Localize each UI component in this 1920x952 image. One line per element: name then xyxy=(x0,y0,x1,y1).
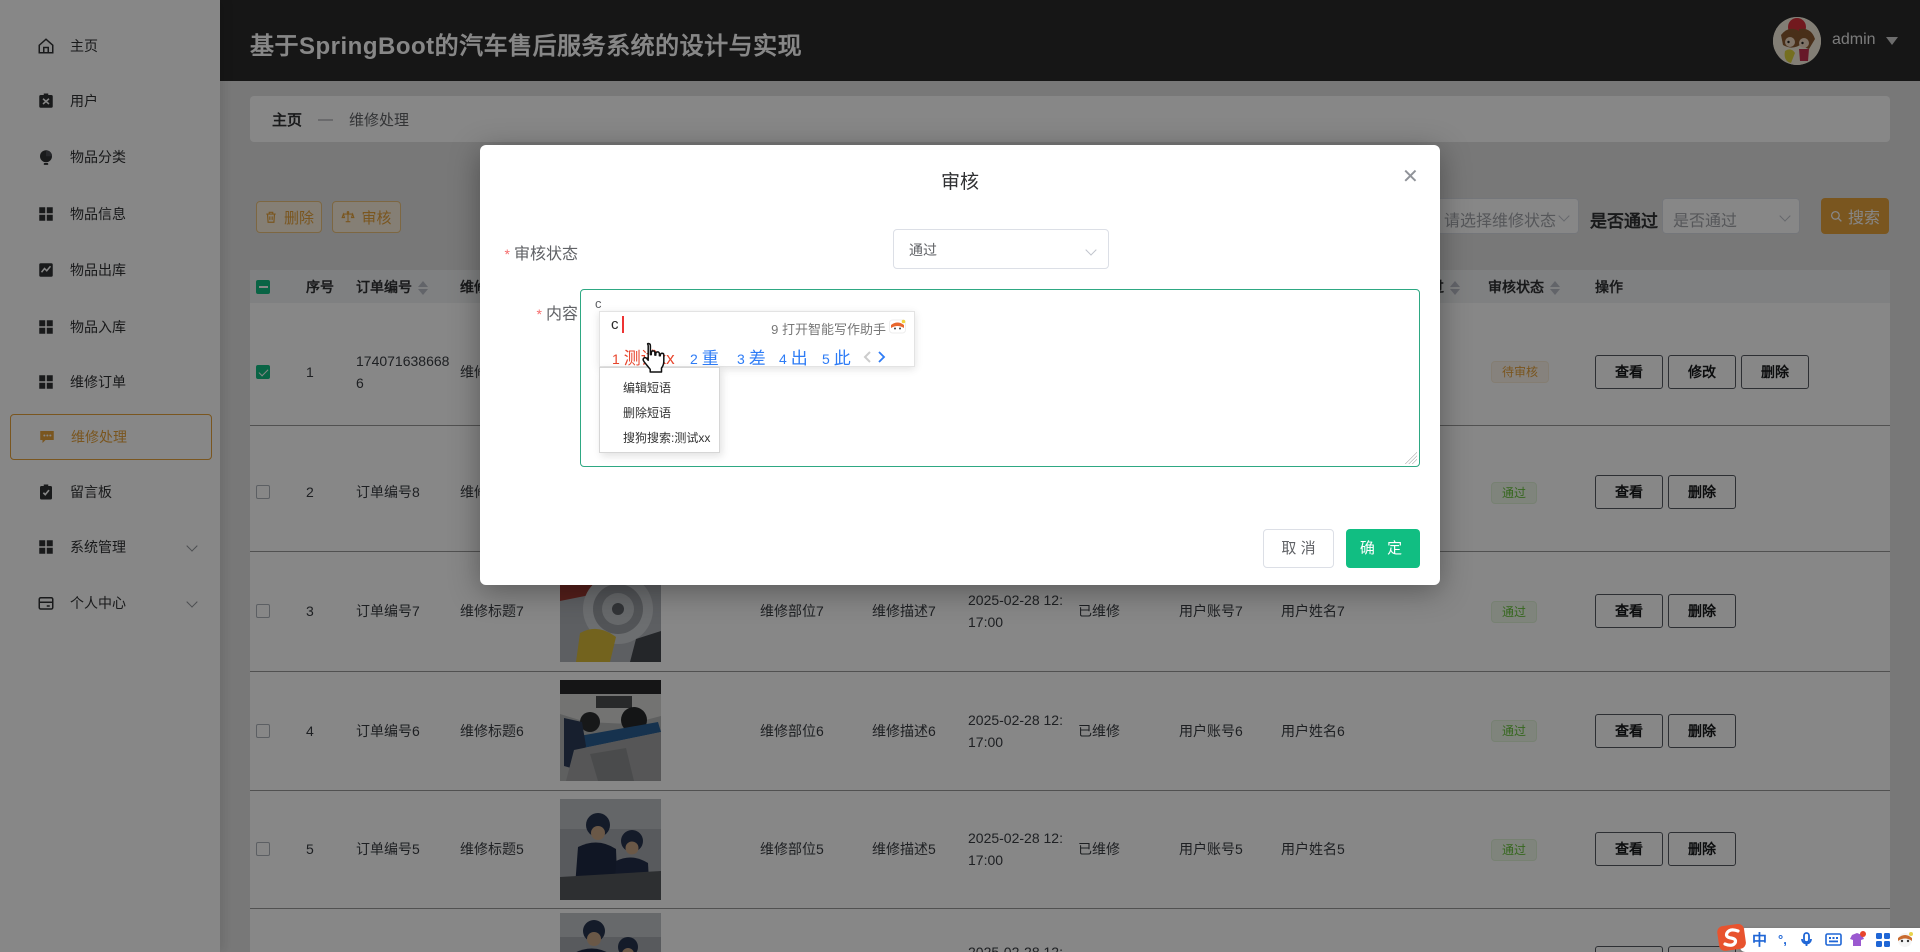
svg-text:中: 中 xyxy=(1752,931,1767,949)
svg-text:°,: °, xyxy=(1778,932,1787,947)
